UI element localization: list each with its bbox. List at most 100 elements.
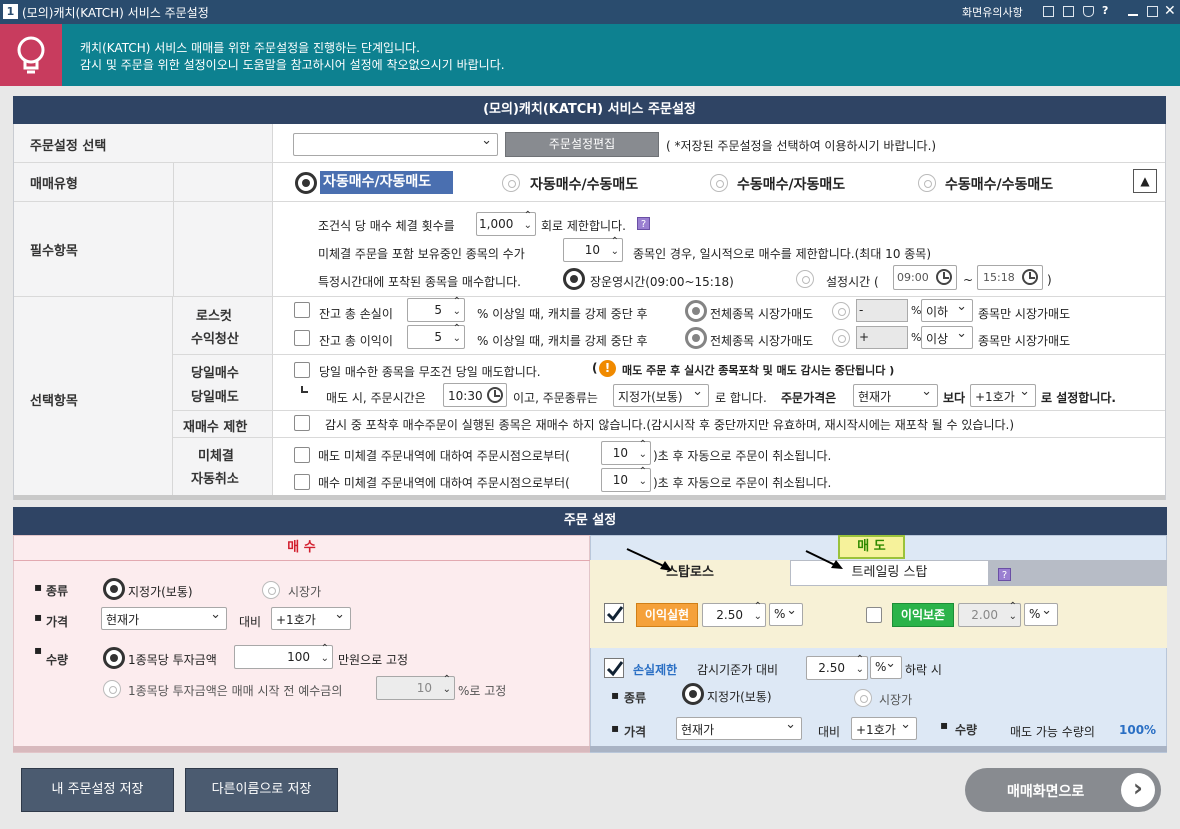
loss-all-market-label[interactable]: 전체종목 시장가매도 (710, 305, 813, 322)
buy-fixed-amount-label[interactable]: 1종목당 투자금액 (128, 651, 217, 668)
profit-cond-select[interactable]: 이상 (921, 326, 973, 349)
type-manual-auto-label[interactable]: 수동매수/자동매도 (737, 174, 845, 194)
sameday-price-suffix: 로 설정합니다. (1041, 391, 1116, 405)
sameday-tick-select[interactable]: +1호가 (970, 384, 1036, 407)
type-auto-manual-radio[interactable] (502, 174, 520, 192)
buy-market-radio[interactable] (262, 581, 280, 599)
loss-partial-input[interactable]: - (856, 299, 908, 322)
order-setting-select[interactable] (293, 133, 498, 156)
sameday-sell-label: 당일매도 (191, 390, 239, 405)
close-icon[interactable]: ✕ (1164, 3, 1176, 19)
req3-text: 특정시간대에 포착된 종목을 매수합니다. (318, 275, 521, 289)
sell-cancel-checkbox[interactable] (294, 447, 310, 463)
buy-pct-input[interactable]: 10 (376, 675, 455, 700)
clock-icon (487, 387, 503, 403)
sell-cancel-seconds-input[interactable]: 10 (601, 440, 651, 465)
buy-pct-radio[interactable] (103, 680, 121, 698)
profit-take-unit[interactable]: % (769, 603, 803, 626)
sameday-order-type-select[interactable]: 지정가(보통) (613, 384, 709, 407)
pin-icon[interactable] (1083, 6, 1094, 17)
buy-cancel-seconds-input[interactable]: 10 (601, 467, 651, 492)
sameday-checkbox[interactable] (294, 362, 310, 378)
loss-all-market-radio[interactable] (685, 300, 707, 322)
profit-keep-checkbox[interactable] (866, 607, 882, 623)
sell-limit-radio[interactable] (682, 683, 704, 705)
sell-tick-select[interactable]: +1호가 (851, 717, 917, 740)
screen-notice-link[interactable]: 화면유의사항 (962, 4, 1023, 20)
sell-price-select[interactable]: 현재가 (676, 717, 802, 740)
type-auto-auto-radio[interactable] (295, 172, 317, 194)
sell-market-label[interactable]: 시장가 (879, 691, 912, 708)
layout-icon[interactable] (1043, 6, 1054, 17)
loss-pct-input[interactable]: 5 (407, 297, 465, 322)
custom-time-label[interactable]: 설정시간 ( (826, 273, 879, 290)
holding-limit-input[interactable]: 10 (563, 237, 623, 262)
help-icon[interactable]: ? (1102, 4, 1108, 17)
sell-cancel-text: 매도 미체결 주문내역에 대하여 주문시점으로부터( (318, 449, 570, 463)
lightbulb-icon (0, 24, 62, 86)
type-auto-auto-label[interactable]: 자동매수/자동매도 (320, 171, 453, 194)
save-my-setting-button[interactable]: 내 주문설정 저장 (21, 768, 174, 812)
auto-cancel-label: 자동취소 (191, 472, 239, 487)
rebuy-checkbox[interactable] (294, 415, 310, 431)
profit-all-market-label[interactable]: 전체종목 시장가매도 (710, 332, 813, 349)
market-hours-label[interactable]: 장운영시간(09:00~15:18) (590, 273, 734, 290)
market-hours-radio[interactable] (563, 268, 585, 290)
profit-take-checkbox[interactable] (604, 603, 624, 623)
window-copy-icon[interactable] (1063, 6, 1074, 17)
buy-fixed-amount-radio[interactable] (103, 647, 125, 669)
select-hint: ( *저장된 주문설정을 선택하여 이용하시기 바랍니다.) (666, 139, 937, 153)
loss-partial-radio[interactable] (832, 302, 850, 320)
sell-market-radio[interactable] (854, 689, 872, 707)
buy-price-select[interactable]: 현재가 (101, 607, 227, 630)
sameday-price-select[interactable]: 현재가 (853, 384, 938, 407)
save-as-button[interactable]: 다른이름으로 저장 (185, 768, 338, 812)
time-to-input[interactable]: 15:18 (977, 265, 1043, 290)
time-from-input[interactable]: 09:00 (893, 265, 957, 290)
maximize-icon[interactable] (1147, 6, 1158, 17)
profit-partial-suffix: 종목만 시장가매도 (978, 334, 1071, 348)
profit-take-label: 수익청산 (191, 332, 239, 347)
buy-tick-select[interactable]: +1호가 (271, 607, 351, 630)
profit-keep-input[interactable]: 2.00 (958, 602, 1021, 627)
minimize-icon[interactable] (1128, 14, 1138, 16)
profit-limit-checkbox[interactable] (294, 330, 310, 346)
buy-limit-radio[interactable] (103, 578, 125, 600)
title-bar: 1 (모의)캐치(KATCH) 서비스 주문설정 화면유의사항 ? ✕ (0, 0, 1180, 24)
profit-partial-input[interactable]: + (856, 326, 908, 349)
clock-icon (1022, 269, 1038, 285)
type-auto-manual-label[interactable]: 자동매수/수동매도 (530, 174, 638, 194)
tab-stoploss[interactable]: 스탑로스 (590, 560, 790, 586)
loss-limit-checkbox[interactable] (294, 302, 310, 318)
type-manual-auto-radio[interactable] (710, 174, 728, 192)
custom-time-radio[interactable] (796, 270, 814, 288)
stop-loss-checkbox[interactable] (604, 658, 624, 678)
profit-take-input[interactable]: 2.50 (702, 602, 766, 627)
collapse-button[interactable]: ▲ (1133, 169, 1157, 193)
type-manual-manual-radio[interactable] (918, 174, 936, 192)
time-tilde: ~ (963, 273, 974, 287)
edit-order-setting-button[interactable]: 주문설정편집 (505, 132, 659, 157)
go-trade-screen-button[interactable]: 매매화면으로 › (965, 768, 1161, 812)
sell-limit-label[interactable]: 지정가(보통) (707, 688, 772, 705)
profit-all-market-radio[interactable] (685, 327, 707, 349)
profit-keep-unit[interactable]: % (1024, 603, 1058, 626)
rebuy-limit-label: 재매수 제한 (183, 420, 248, 435)
buy-price-label: 가격 (46, 615, 69, 629)
buy-market-label[interactable]: 시장가 (288, 583, 321, 600)
profit-partial-radio[interactable] (832, 329, 850, 347)
buy-pct-label[interactable]: 1종목당 투자금액은 매매 시작 전 예수금의 (128, 682, 342, 699)
buy-limit-label[interactable]: 지정가(보통) (128, 583, 193, 600)
help-question-icon[interactable]: ? (637, 217, 650, 230)
buy-amount-input[interactable]: 100 (234, 644, 333, 669)
type-manual-manual-label[interactable]: 수동매수/수동매도 (945, 174, 1053, 194)
profit-keep-label: 이익보존 (892, 603, 954, 627)
stop-loss-unit[interactable]: % (870, 656, 902, 679)
buy-count-limit-input[interactable]: 1,000 (476, 211, 536, 236)
sameday-time-input[interactable]: 10:30 (443, 383, 507, 407)
sell-help-icon[interactable]: ? (998, 568, 1011, 581)
buy-cancel-checkbox[interactable] (294, 474, 310, 490)
profit-pct-input[interactable]: 5 (407, 324, 465, 349)
stop-loss-input[interactable]: 2.50 (806, 655, 868, 680)
loss-cond-select[interactable]: 이하 (921, 299, 973, 322)
